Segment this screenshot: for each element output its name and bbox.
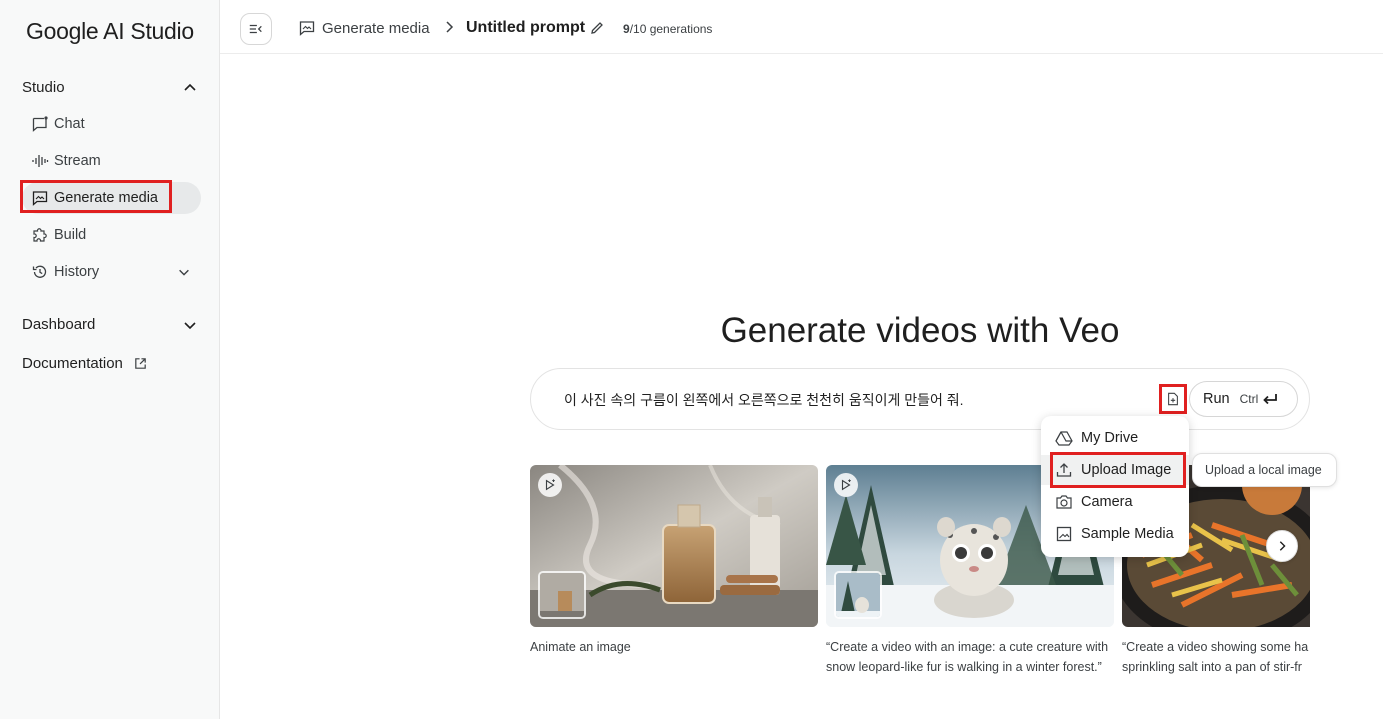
chevron-down-icon xyxy=(179,269,189,276)
image-icon xyxy=(1056,526,1072,542)
chevron-up-icon xyxy=(184,83,196,91)
sidebar-item-chat[interactable]: Chat xyxy=(22,108,201,140)
chevron-right-icon xyxy=(1279,541,1286,551)
add-media-button[interactable] xyxy=(1159,384,1187,414)
play-spark-icon xyxy=(841,479,851,491)
puzzle-icon xyxy=(33,228,47,242)
file-add-icon xyxy=(1168,392,1178,406)
chevron-down-icon xyxy=(184,321,196,329)
highlight-upload-image xyxy=(1050,452,1186,488)
documentation-link[interactable]: Documentation xyxy=(22,355,198,372)
run-shortcut: Ctrl xyxy=(1239,392,1259,406)
menu-item-my-drive[interactable]: My Drive xyxy=(1041,423,1189,453)
source-image-thumbnail xyxy=(538,571,586,619)
snow-leopard-mini-image xyxy=(836,573,880,617)
image-chat-icon xyxy=(299,21,315,36)
app-logo[interactable]: Google AI Studio xyxy=(26,18,194,45)
studio-label: Studio xyxy=(22,79,65,96)
studio-section-header[interactable]: Studio xyxy=(22,79,198,96)
video-badge xyxy=(834,473,858,497)
menu-item-camera[interactable]: Camera xyxy=(1041,487,1189,517)
page-title: Generate videos with Veo xyxy=(720,311,1120,350)
dashboard-section-header[interactable]: Dashboard xyxy=(22,316,198,333)
play-spark-icon xyxy=(545,479,555,491)
prompt-text[interactable]: 이 사진 속의 구름이 왼쪽에서 오른쪽으로 천천히 움직이게 만들어 줘. xyxy=(564,390,964,410)
toggle-sidebar-button[interactable] xyxy=(240,13,272,45)
collapse-sidebar-icon xyxy=(249,24,262,34)
perfume-thumbnail[interactable] xyxy=(530,465,818,627)
run-button[interactable]: Run Ctrl xyxy=(1189,381,1298,417)
sidebar: Google AI Studio Studio Chat Stream Gene… xyxy=(0,0,220,719)
video-badge xyxy=(538,473,562,497)
menu-item-sample-media[interactable]: Sample Media xyxy=(1041,519,1189,549)
topbar: Generate media Untitled prompt 9/10 gene… xyxy=(220,0,1383,54)
chevron-right-icon xyxy=(446,21,454,33)
sidebar-item-label: Stream xyxy=(54,153,101,169)
chat-icon xyxy=(32,116,48,132)
source-image-thumbnail xyxy=(834,571,882,619)
menu-item-label: Sample Media xyxy=(1081,526,1174,542)
carousel-next-button[interactable] xyxy=(1266,530,1298,562)
enter-icon xyxy=(1263,394,1278,405)
generations-counter: 9/10 generations xyxy=(623,22,712,36)
dashboard-label: Dashboard xyxy=(22,316,96,333)
generations-used: 9 xyxy=(623,22,630,36)
sidebar-item-build[interactable]: Build xyxy=(22,219,201,251)
menu-item-label: My Drive xyxy=(1081,430,1139,446)
sidebar-item-label: Chat xyxy=(54,116,85,132)
sidebar-item-label: Build xyxy=(54,227,87,243)
example-card-animate-image[interactable]: Animate an image xyxy=(530,465,818,657)
sidebar-item-label: History xyxy=(54,264,100,280)
upload-tooltip: Upload a local image xyxy=(1192,453,1337,487)
prompt-title: Untitled prompt xyxy=(466,19,586,36)
generations-rest: /10 generations xyxy=(629,22,713,36)
breadcrumb-label: Generate media xyxy=(322,19,430,37)
pencil-icon[interactable] xyxy=(589,20,605,36)
prompt-input[interactable]: 이 사진 속의 구름이 왼쪽에서 오른쪽으로 천천히 움직이게 만들어 줘. R… xyxy=(530,368,1310,430)
camera-icon xyxy=(1056,495,1072,509)
sidebar-item-history[interactable]: History xyxy=(22,256,201,288)
sidebar-item-stream[interactable]: Stream xyxy=(22,145,201,177)
highlight-generate-media xyxy=(20,180,172,213)
card-caption: Animate an image xyxy=(530,640,631,654)
perfume-mini-image xyxy=(540,573,584,617)
drive-icon xyxy=(1055,431,1073,446)
card-caption: “Create a video with an image: a cute cr… xyxy=(826,640,1109,674)
documentation-label: Documentation xyxy=(22,355,123,372)
breadcrumb-generate-media[interactable]: Generate media xyxy=(298,19,430,37)
card-caption: “Create a video showing some ha sprinkli… xyxy=(1122,640,1309,674)
history-icon xyxy=(32,265,47,278)
menu-item-label: Camera xyxy=(1081,494,1133,510)
external-link-icon xyxy=(135,358,146,369)
run-label: Run xyxy=(1203,391,1230,407)
waveform-icon xyxy=(32,155,49,167)
